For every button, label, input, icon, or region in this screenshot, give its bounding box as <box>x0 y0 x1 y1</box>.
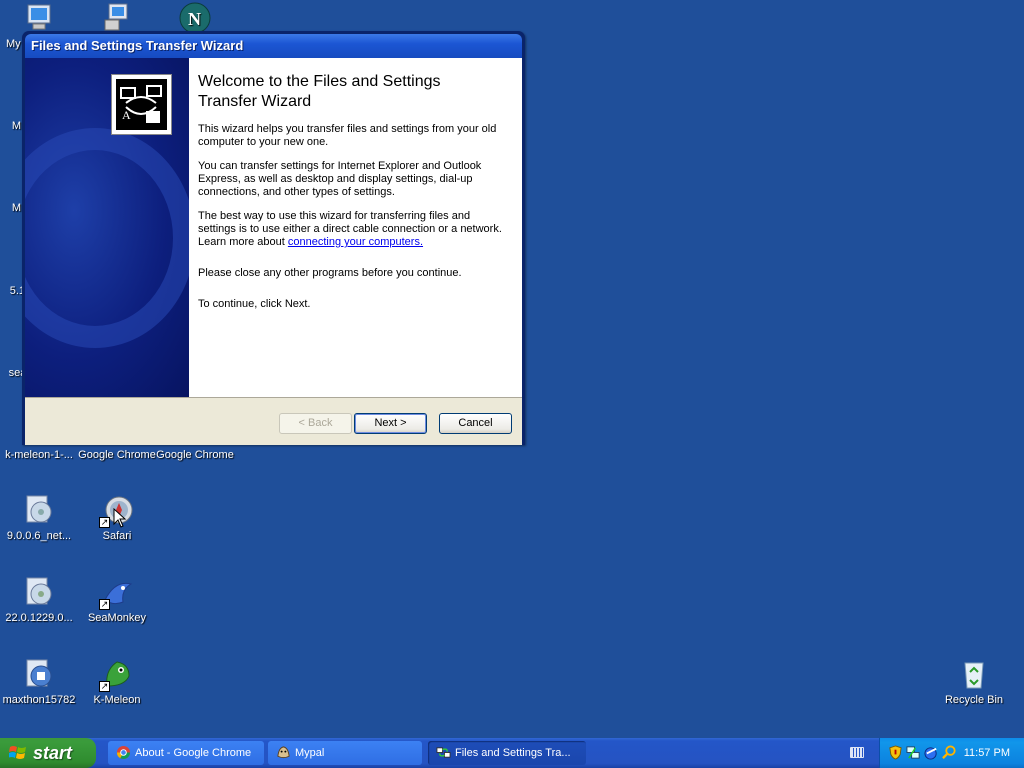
desktop-icon-label: K-Meleon <box>93 694 141 706</box>
installer-package-icon <box>23 576 55 608</box>
next-button[interactable]: Next > <box>354 413 427 434</box>
transfer-wizard-logo-icon: A <box>111 74 172 135</box>
transfer-wizard-window: Files and Settings Transfer Wizard A Wel… <box>22 31 525 445</box>
desktop-icon-label: Safari <box>102 530 132 542</box>
wizard-connection-text: The best way to use this wizard for tran… <box>198 210 503 249</box>
recycle-bin-icon <box>958 658 990 690</box>
mouse-cursor-icon <box>113 508 127 528</box>
desktop-icon-label: k-meleon-1-... <box>5 449 73 461</box>
desktop-icon-label: 22.0.1229.0... <box>5 612 73 624</box>
desktop-icon-seamonkey[interactable]: ↗ SeaMonkey <box>78 576 156 624</box>
wizard-continue-text: To continue, click Next. <box>198 298 311 310</box>
system-tray: 11:57 PM <box>879 738 1024 768</box>
window-client-area: A Welcome to the Files and Settings Tran… <box>25 58 522 445</box>
wizard-close-programs-text: Please close any other programs before y… <box>198 267 462 279</box>
taskbar-item-mypal[interactable]: Mypal <box>268 741 422 765</box>
cancel-button[interactable]: Cancel <box>439 413 512 434</box>
network-computer-icon <box>101 2 133 34</box>
shortcut-arrow-icon: ↗ <box>99 681 110 692</box>
mypal-icon <box>277 746 290 759</box>
desktop-icon-label: SeaMonkey <box>87 612 147 624</box>
chrome-icon <box>116 745 131 760</box>
installer-package-icon <box>23 494 55 526</box>
wizard-side-panel: A <box>25 58 189 397</box>
taskbar-item-chrome[interactable]: About - Google Chrome <box>108 741 264 765</box>
desktop-icon-label: Google Chrome <box>78 449 156 461</box>
start-label: start <box>33 743 73 763</box>
netscape-icon: N <box>179 2 211 34</box>
desktop-icon-google-chrome-2[interactable]: Google Chrome <box>156 449 234 461</box>
start-button[interactable]: start <box>0 738 96 768</box>
transfer-wizard-icon <box>436 747 451 758</box>
desktop-icon-net-installer[interactable]: 9.0.0.6_net... <box>0 494 78 542</box>
installer-package-icon <box>23 658 55 690</box>
security-shield-icon[interactable] <box>888 745 903 760</box>
kmeleon-icon: ↗ <box>99 658 133 692</box>
desktop-icon-label: Google Chrome <box>156 449 234 461</box>
desktop-icon-label: Recycle Bin <box>944 694 1004 706</box>
shortcut-arrow-icon: ↗ <box>99 599 110 610</box>
desktop-icon-label: 9.0.0.6_net... <box>6 530 72 542</box>
desktop-icon-kmeleon[interactable]: ↗ K-Meleon <box>78 658 156 706</box>
taskbar-item-label: Mypal <box>295 747 325 759</box>
wizard-settings-text: You can transfer settings for Internet E… <box>198 160 482 198</box>
wizard-watermark-graphic <box>25 128 189 348</box>
taskbar-item-transfer-wizard[interactable]: Files and Settings Tra... <box>428 741 586 765</box>
seamonkey-icon: ↗ <box>99 576 133 610</box>
back-button[interactable]: < Back <box>279 413 352 434</box>
desktop-icon-recycle-bin[interactable]: Recycle Bin <box>935 658 1013 706</box>
taskbar: start About - Google Chrome Mypal Files … <box>0 738 1024 768</box>
wizard-heading: Welcome to the Files and Settings Transf… <box>198 73 441 110</box>
wizard-intro-text: This wizard helps you transfer files and… <box>198 123 497 148</box>
desktop-icon-maxthon[interactable]: maxthon15782 <box>0 658 78 706</box>
taskbar-clock[interactable]: 11:57 PM <box>964 738 1010 768</box>
desktop-icon-label: maxthon15782 <box>2 694 76 706</box>
taskbar-item-label: Files and Settings Tra... <box>455 747 571 759</box>
wizard-content-panel: Welcome to the Files and Settings Transf… <box>189 58 522 397</box>
connecting-computers-link[interactable]: connecting your computers. <box>288 236 423 248</box>
windows-logo-icon <box>9 746 26 759</box>
taskbar-item-label: About - Google Chrome <box>135 747 252 759</box>
search-icon[interactable] <box>942 745 957 760</box>
shortcut-arrow-icon: ↗ <box>99 517 110 528</box>
computer-icon <box>23 2 55 34</box>
messenger-icon[interactable] <box>924 745 939 760</box>
desktop-icon-installer-22[interactable]: 22.0.1229.0... <box>0 576 78 624</box>
svg-text:N: N <box>188 9 201 29</box>
network-icon[interactable] <box>906 745 921 760</box>
wizard-button-bar: < Back Next > Cancel <box>25 397 522 445</box>
desktop-icon-google-chrome-1[interactable]: Google Chrome <box>78 449 156 461</box>
keyboard-language-icon[interactable] <box>850 747 864 758</box>
svg-text:A: A <box>122 108 131 122</box>
window-titlebar[interactable]: Files and Settings Transfer Wizard <box>25 34 522 58</box>
desktop-icon-kmeleon-installer[interactable]: k-meleon-1-... <box>0 449 78 461</box>
